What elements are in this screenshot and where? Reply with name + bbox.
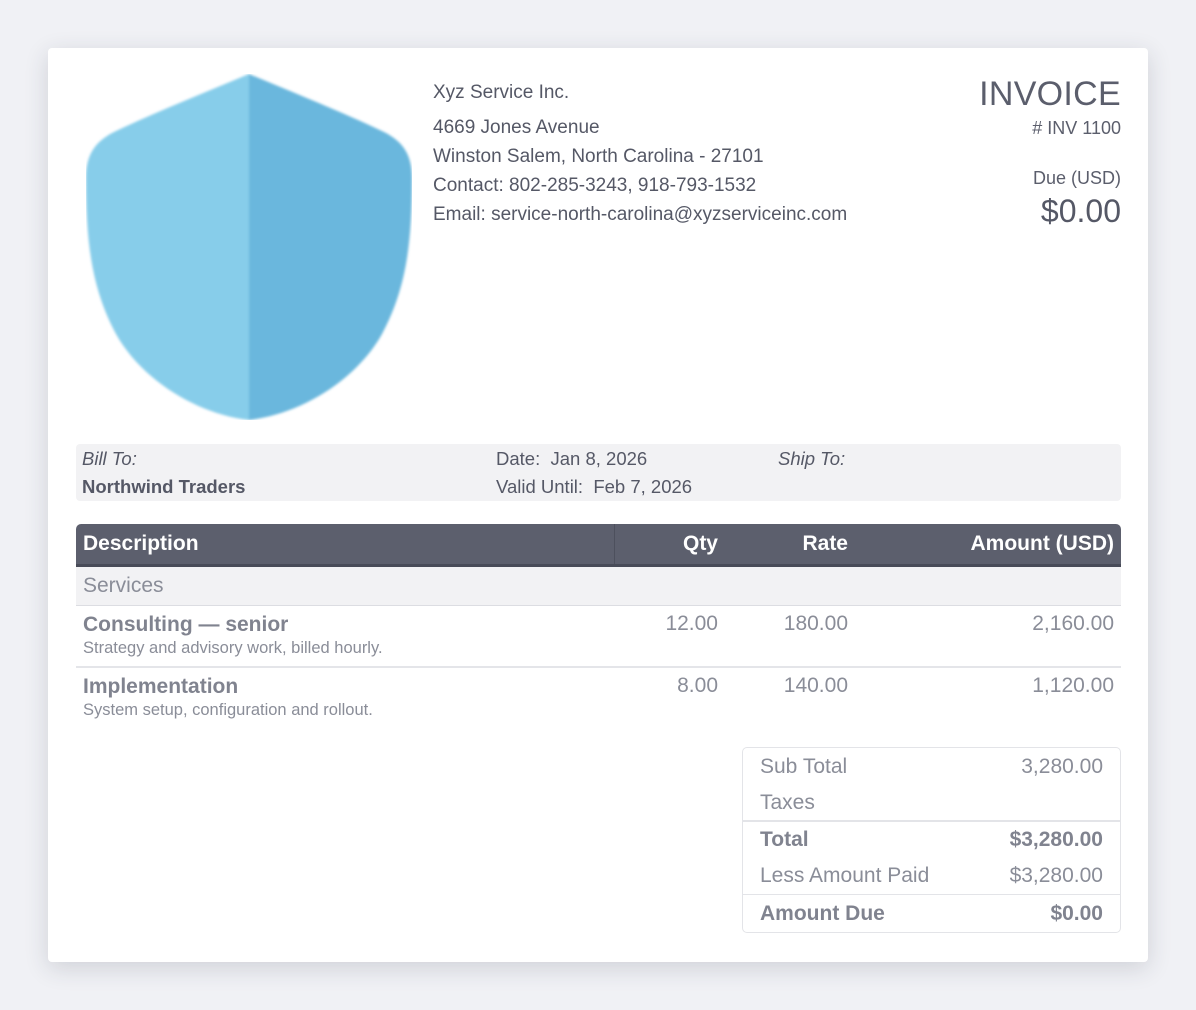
- taxes-label: Taxes: [760, 790, 815, 814]
- bill-to-name: Northwind Traders: [82, 476, 246, 497]
- company-contact: Contact: 802-285-3243, 918-793-1532: [433, 175, 757, 196]
- date-field: Date: Jan 8, 2026: [496, 448, 647, 470]
- company-address-line2: Winston Salem, North Carolina - 27101: [433, 146, 764, 167]
- item-title: Consulting — senior: [83, 613, 289, 636]
- valid-until-field: Valid Until: Feb 7, 2026: [496, 476, 692, 498]
- total-row: Total $3,280.00: [743, 822, 1120, 857]
- item-qty: 8.00: [677, 674, 718, 697]
- item-rate: 180.00: [725, 605, 855, 668]
- company-email: Email: service-north-carolina@xyzservice…: [433, 204, 848, 225]
- item-cell: Consulting — senior Strategy and advisor…: [76, 605, 615, 668]
- total-value: $3,280.00: [1009, 827, 1103, 851]
- valid-until-value: Feb 7, 2026: [593, 476, 693, 497]
- due-amount: $0.00: [1040, 193, 1121, 229]
- company-address-line1: 4669 Jones Avenue: [433, 117, 600, 138]
- taxes-row: Taxes: [743, 785, 1120, 822]
- item-cell: Implementation System setup, configurati…: [76, 667, 615, 728]
- date-value: Jan 8, 2026: [550, 448, 648, 469]
- item-description: Strategy and advisory work, billed hourl…: [83, 639, 383, 657]
- amount-paid-value: $3,280.00: [1009, 863, 1103, 887]
- subtotal-value: 3,280.00: [1021, 754, 1103, 778]
- col-description: Description: [76, 524, 615, 567]
- subtotal-row: Sub Total 3,280.00: [743, 748, 1120, 785]
- company-info: Xyz Service Inc. 4669 Jones Avenue Winst…: [433, 78, 847, 229]
- amount-due-label: Amount Due: [760, 901, 885, 925]
- invoice-number: # INV 1100: [1032, 118, 1121, 138]
- totals-box: Sub Total 3,280.00 Taxes Total $3,280.00…: [742, 747, 1121, 933]
- subtotal-label: Sub Total: [760, 754, 848, 778]
- item-qty: 12.00: [614, 605, 725, 668]
- item-rate: 140.00: [783, 674, 848, 697]
- item-amount: 1,120.00: [1032, 674, 1114, 697]
- item-amount: 2,160.00: [855, 605, 1121, 668]
- amount-paid-row: Less Amount Paid $3,280.00: [743, 857, 1120, 895]
- col-amount: Amount (USD): [855, 524, 1121, 567]
- table-row: Consulting — senior Strategy and advisor…: [76, 605, 1121, 668]
- invoice-title: INVOICE: [979, 75, 1121, 113]
- due-label: Due (USD): [1032, 168, 1121, 188]
- billing-bar: Bill To: Northwind Traders Date: Jan 8, …: [76, 444, 1121, 501]
- company-name: Xyz Service Inc.: [433, 82, 570, 103]
- amount-due-value: $0.00: [1050, 901, 1103, 925]
- shield-icon: [86, 74, 412, 420]
- date-label: Date:: [496, 448, 541, 469]
- table-row: Implementation System setup, configurati…: [76, 667, 1121, 728]
- total-label: Total: [760, 827, 809, 851]
- invoice-header: INVOICE # INV 1100 Due (USD) $0.00: [979, 74, 1121, 230]
- table-header-row: Description Qty Rate Amount (USD): [76, 524, 1121, 567]
- col-qty: Qty: [614, 524, 725, 567]
- col-rate: Rate: [725, 524, 855, 567]
- amount-paid-label: Less Amount Paid: [760, 863, 930, 887]
- valid-until-label: Valid Until:: [496, 476, 584, 497]
- group-label: Services: [76, 565, 1121, 606]
- item-title: Implementation: [83, 675, 239, 698]
- line-items-table: Description Qty Rate Amount (USD) Servic…: [76, 524, 1121, 728]
- group-row: Services: [76, 565, 1121, 606]
- invoice-card: Xyz Service Inc. 4669 Jones Avenue Winst…: [48, 48, 1148, 962]
- bill-to-label: Bill To:: [82, 448, 137, 469]
- ship-to-label: Ship To:: [778, 448, 846, 469]
- item-description: System setup, configuration and rollout.: [83, 701, 373, 719]
- amount-due-row: Amount Due $0.00: [743, 895, 1120, 932]
